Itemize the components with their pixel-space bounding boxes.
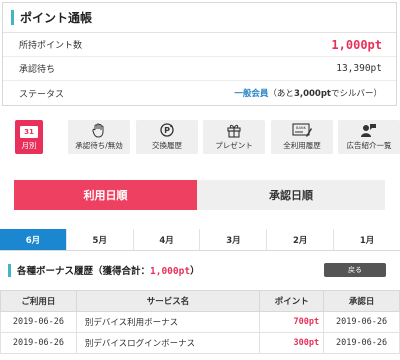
exchange-icon: P bbox=[160, 123, 174, 137]
gift-icon bbox=[227, 124, 241, 138]
nav-pending-invalid-label: 承認待ち/無効 bbox=[75, 141, 123, 150]
table-header-row: ご利用日 サービス名 ポイント 承認日 bbox=[0, 290, 400, 312]
col-use-date: ご利用日 bbox=[0, 290, 77, 312]
nav-monthly-label: 月別 bbox=[21, 141, 37, 150]
nav-referral-list-label: 広告紹介一覧 bbox=[346, 141, 392, 150]
point-book-card: ポイント通帳 所持ポイント数 1,000pt 承認待ち 13,390pt ステー… bbox=[2, 2, 397, 106]
bonus-history-header: 各種ボーナス履歴（獲得合計：1,000pt） 戻る bbox=[0, 256, 400, 284]
history-icon-nav: 31 月別 承認待ち/無効 P 交換履歴 プレゼント BANK 全利用履歴 広告… bbox=[0, 120, 400, 154]
service-name-cell: 別デバイスログインボーナス bbox=[75, 332, 261, 354]
nav-exchange-history[interactable]: P 交換履歴 bbox=[136, 120, 198, 154]
approval-date-cell: 2019-06-26 bbox=[323, 332, 400, 354]
nav-all-history-label: 全利用履歴 bbox=[283, 141, 321, 150]
pending-points-value: 13,390pt bbox=[336, 63, 382, 74]
nav-pending-invalid[interactable]: 承認待ち/無効 bbox=[68, 120, 130, 154]
use-date-cell: 2019-06-26 bbox=[0, 311, 77, 333]
tab-month-4[interactable]: 4月 bbox=[134, 229, 201, 250]
tab-month-2[interactable]: 2月 bbox=[267, 229, 335, 250]
tab-month-5[interactable]: 5月 bbox=[67, 229, 134, 250]
service-name-cell: 別デバイス利用ボーナス bbox=[75, 311, 261, 333]
nav-exchange-history-label: 交換履歴 bbox=[152, 141, 182, 150]
owned-points-label: 所持ポイント数 bbox=[19, 41, 83, 51]
status-note-prefix: （あと bbox=[268, 89, 294, 99]
col-approval-date: 承認日 bbox=[323, 290, 400, 312]
owned-points-row: 所持ポイント数 1,000pt bbox=[3, 33, 396, 57]
points-cell: 700pt bbox=[259, 311, 325, 333]
status-note-suffix: でシルバー） bbox=[330, 89, 382, 99]
points-cell: 300pt bbox=[259, 332, 325, 354]
nav-present[interactable]: プレゼント bbox=[203, 120, 265, 154]
tab-month-1[interactable]: 1月 bbox=[334, 229, 400, 250]
status-row: ステータス 一般会員（あと3,000ptでシルバー） bbox=[3, 81, 396, 105]
nav-monthly[interactable]: 31 月別 bbox=[15, 120, 43, 154]
col-points: ポイント bbox=[259, 290, 325, 312]
bonus-title-text: 各種ボーナス履歴（獲得合計： bbox=[17, 266, 151, 277]
bonus-title-end: ） bbox=[190, 266, 200, 277]
col-service-name: サービス名 bbox=[75, 290, 261, 312]
status-note-amount: 3,000pt bbox=[293, 89, 331, 99]
back-button[interactable]: 戻る bbox=[324, 263, 386, 277]
point-book-title: ポイント通帳 bbox=[20, 11, 93, 25]
table-row: 2019-06-26 別デバイスログインボーナス 300pt 2019-06-2… bbox=[0, 332, 400, 354]
nav-all-history[interactable]: BANK 全利用履歴 bbox=[271, 120, 333, 154]
table-row: 2019-06-26 別デバイス利用ボーナス 700pt 2019-06-26 bbox=[0, 311, 400, 333]
status-value: 一般会員（あと3,000ptでシルバー） bbox=[234, 87, 382, 99]
use-date-cell: 2019-06-26 bbox=[0, 332, 77, 354]
member-rank-link[interactable]: 一般会員 bbox=[234, 89, 268, 99]
sort-by-approval-date-button[interactable]: 承認日順 bbox=[197, 180, 385, 210]
tab-month-3[interactable]: 3月 bbox=[200, 229, 268, 250]
bonus-history-title: 各種ボーナス履歴（獲得合計：1,000pt） bbox=[17, 263, 200, 277]
sort-toggle: 利用日順 承認日順 bbox=[14, 180, 385, 210]
point-book-header: ポイント通帳 bbox=[3, 3, 396, 33]
nav-referral-list[interactable]: 広告紹介一覧 bbox=[338, 120, 400, 154]
sort-by-use-date-button[interactable]: 利用日順 bbox=[14, 180, 197, 210]
card-icon-glyph: BANK bbox=[296, 126, 307, 130]
user-speech-icon bbox=[361, 124, 376, 137]
pending-points-row: 承認待ち 13,390pt bbox=[3, 57, 396, 81]
approval-date-cell: 2019-06-26 bbox=[323, 311, 400, 333]
section-marker bbox=[8, 263, 11, 277]
nav-present-label: プレゼント bbox=[215, 141, 253, 150]
owned-points-value: 1,000pt bbox=[331, 37, 382, 52]
section-marker bbox=[11, 10, 14, 25]
month-tabs: 6月 5月 4月 3月 2月 1月 bbox=[0, 229, 400, 251]
bonus-history-table: ご利用日 サービス名 ポイント 承認日 2019-06-26 別デバイス利用ボー… bbox=[0, 290, 400, 354]
pending-points-label: 承認待ち bbox=[19, 65, 56, 75]
tab-month-6[interactable]: 6月 bbox=[0, 229, 67, 250]
card-icon: BANK bbox=[292, 123, 312, 137]
status-label: ステータス bbox=[19, 89, 65, 100]
calendar-icon: 31 bbox=[20, 126, 38, 138]
hand-icon bbox=[92, 123, 104, 138]
calendar-day: 31 bbox=[20, 126, 38, 138]
exchange-icon-glyph: P bbox=[164, 126, 170, 135]
bonus-total-value: 1,000pt bbox=[150, 266, 191, 277]
